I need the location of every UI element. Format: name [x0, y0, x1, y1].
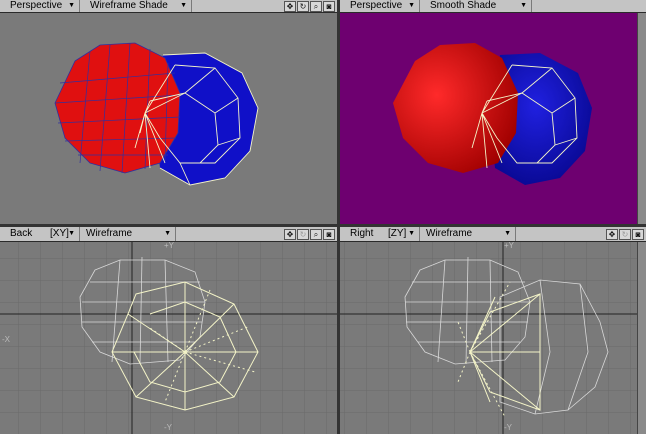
viewport-header: Perspective ▼ Wireframe Shade ▼ ✥ ↻ ⌕ ◙ — [0, 0, 337, 13]
render-mode-dropdown[interactable]: Wireframe ▼ — [80, 227, 176, 241]
view-type-label: Back — [10, 228, 33, 239]
viewport-bottom-right[interactable]: Right [ZY] ▼ Wireframe ▼ ✥ ↻ ◙ +Y -Y — [340, 227, 646, 434]
axis-label: -Y — [504, 423, 512, 432]
axis-label: +Y — [504, 241, 515, 250]
smooth-shade-scene — [340, 13, 646, 224]
back-wireframe-scene — [0, 242, 337, 434]
back-view-canvas[interactable] — [0, 242, 337, 434]
viewport-header: Back [XY] ▼ Wireframe ▼ ✥ ↻ ⌕ ◙ — [0, 227, 337, 242]
render-mode-dropdown[interactable]: Wireframe Shade ▼ — [80, 0, 192, 12]
perspective-canvas[interactable] — [340, 13, 646, 224]
wireframe-shade-scene — [0, 13, 337, 224]
viewport-divider-vertical[interactable] — [337, 0, 340, 434]
chevron-down-icon: ▼ — [408, 2, 415, 9]
perspective-canvas[interactable] — [0, 13, 337, 224]
chevron-down-icon: ▼ — [68, 230, 75, 237]
viewport-header: Perspective ▼ Smooth Shade ▼ — [340, 0, 646, 13]
maximize-icon[interactable]: ◙ — [323, 0, 335, 12]
right-wireframe-scene — [340, 242, 646, 434]
axis-label: -X — [2, 335, 10, 344]
viewport-bottom-left[interactable]: Back [XY] ▼ Wireframe ▼ ✥ ↻ ⌕ ◙ +Y -X -Y — [0, 227, 337, 434]
move-icon[interactable]: ✥ — [606, 228, 618, 240]
chevron-down-icon: ▼ — [180, 2, 187, 9]
viewport-tools: ✥ ↻ ⌕ ◙ — [284, 227, 335, 241]
zoom-icon[interactable]: ⌕ — [310, 0, 322, 12]
viewport-divider-horizontal[interactable] — [0, 224, 646, 227]
move-icon[interactable]: ✥ — [284, 0, 296, 12]
chevron-down-icon: ▼ — [520, 2, 527, 9]
chevron-down-icon: ▼ — [504, 230, 511, 237]
maximize-icon[interactable]: ◙ — [632, 228, 644, 240]
rotate-icon[interactable]: ↻ — [297, 228, 309, 240]
view-type-dropdown[interactable]: Back [XY] ▼ — [0, 227, 80, 241]
chevron-down-icon: ▼ — [164, 230, 171, 237]
view-type-dropdown[interactable]: Right [ZY] ▼ — [340, 227, 420, 241]
viewport-tools: ✥ ↻ ⌕ ◙ — [284, 0, 335, 12]
viewport-scrollbar[interactable] — [637, 13, 646, 224]
viewport-header: Right [ZY] ▼ Wireframe ▼ ✥ ↻ ◙ — [340, 227, 646, 242]
axis-label: +Y — [164, 241, 175, 250]
viewport-top-right[interactable]: Perspective ▼ Smooth Shade ▼ — [340, 0, 646, 224]
view-type-dropdown[interactable]: Perspective ▼ — [0, 0, 80, 12]
rotate-icon[interactable]: ↻ — [297, 0, 309, 12]
view-type-label: Perspective — [350, 0, 403, 11]
chevron-down-icon: ▼ — [68, 2, 75, 9]
render-mode-dropdown[interactable]: Smooth Shade ▼ — [420, 0, 532, 12]
viewport-tools: ✥ ↻ ◙ — [606, 227, 644, 241]
viewport-scrollbar[interactable] — [637, 242, 646, 434]
maximize-icon[interactable]: ◙ — [323, 228, 335, 240]
render-mode-label: Wireframe — [426, 228, 473, 239]
render-mode-label: Wireframe — [86, 228, 133, 239]
right-view-canvas[interactable] — [340, 242, 646, 434]
axis-label: -Y — [164, 423, 172, 432]
view-type-dropdown[interactable]: Perspective ▼ — [340, 0, 420, 12]
rotate-icon[interactable]: ↻ — [619, 228, 631, 240]
view-type-label: Right — [350, 228, 374, 239]
chevron-down-icon: ▼ — [408, 230, 415, 237]
zoom-icon[interactable]: ⌕ — [310, 228, 322, 240]
render-mode-dropdown[interactable]: Wireframe ▼ — [420, 227, 516, 241]
render-mode-label: Wireframe Shade — [90, 0, 168, 11]
render-mode-label: Smooth Shade — [430, 0, 497, 11]
view-axes-label: [ZY] — [388, 228, 407, 239]
move-icon[interactable]: ✥ — [284, 228, 296, 240]
view-axes-label: [XY] — [50, 228, 69, 239]
view-type-label: Perspective — [10, 0, 63, 11]
viewport-top-left[interactable]: Perspective ▼ Wireframe Shade ▼ ✥ ↻ ⌕ ◙ — [0, 0, 337, 224]
